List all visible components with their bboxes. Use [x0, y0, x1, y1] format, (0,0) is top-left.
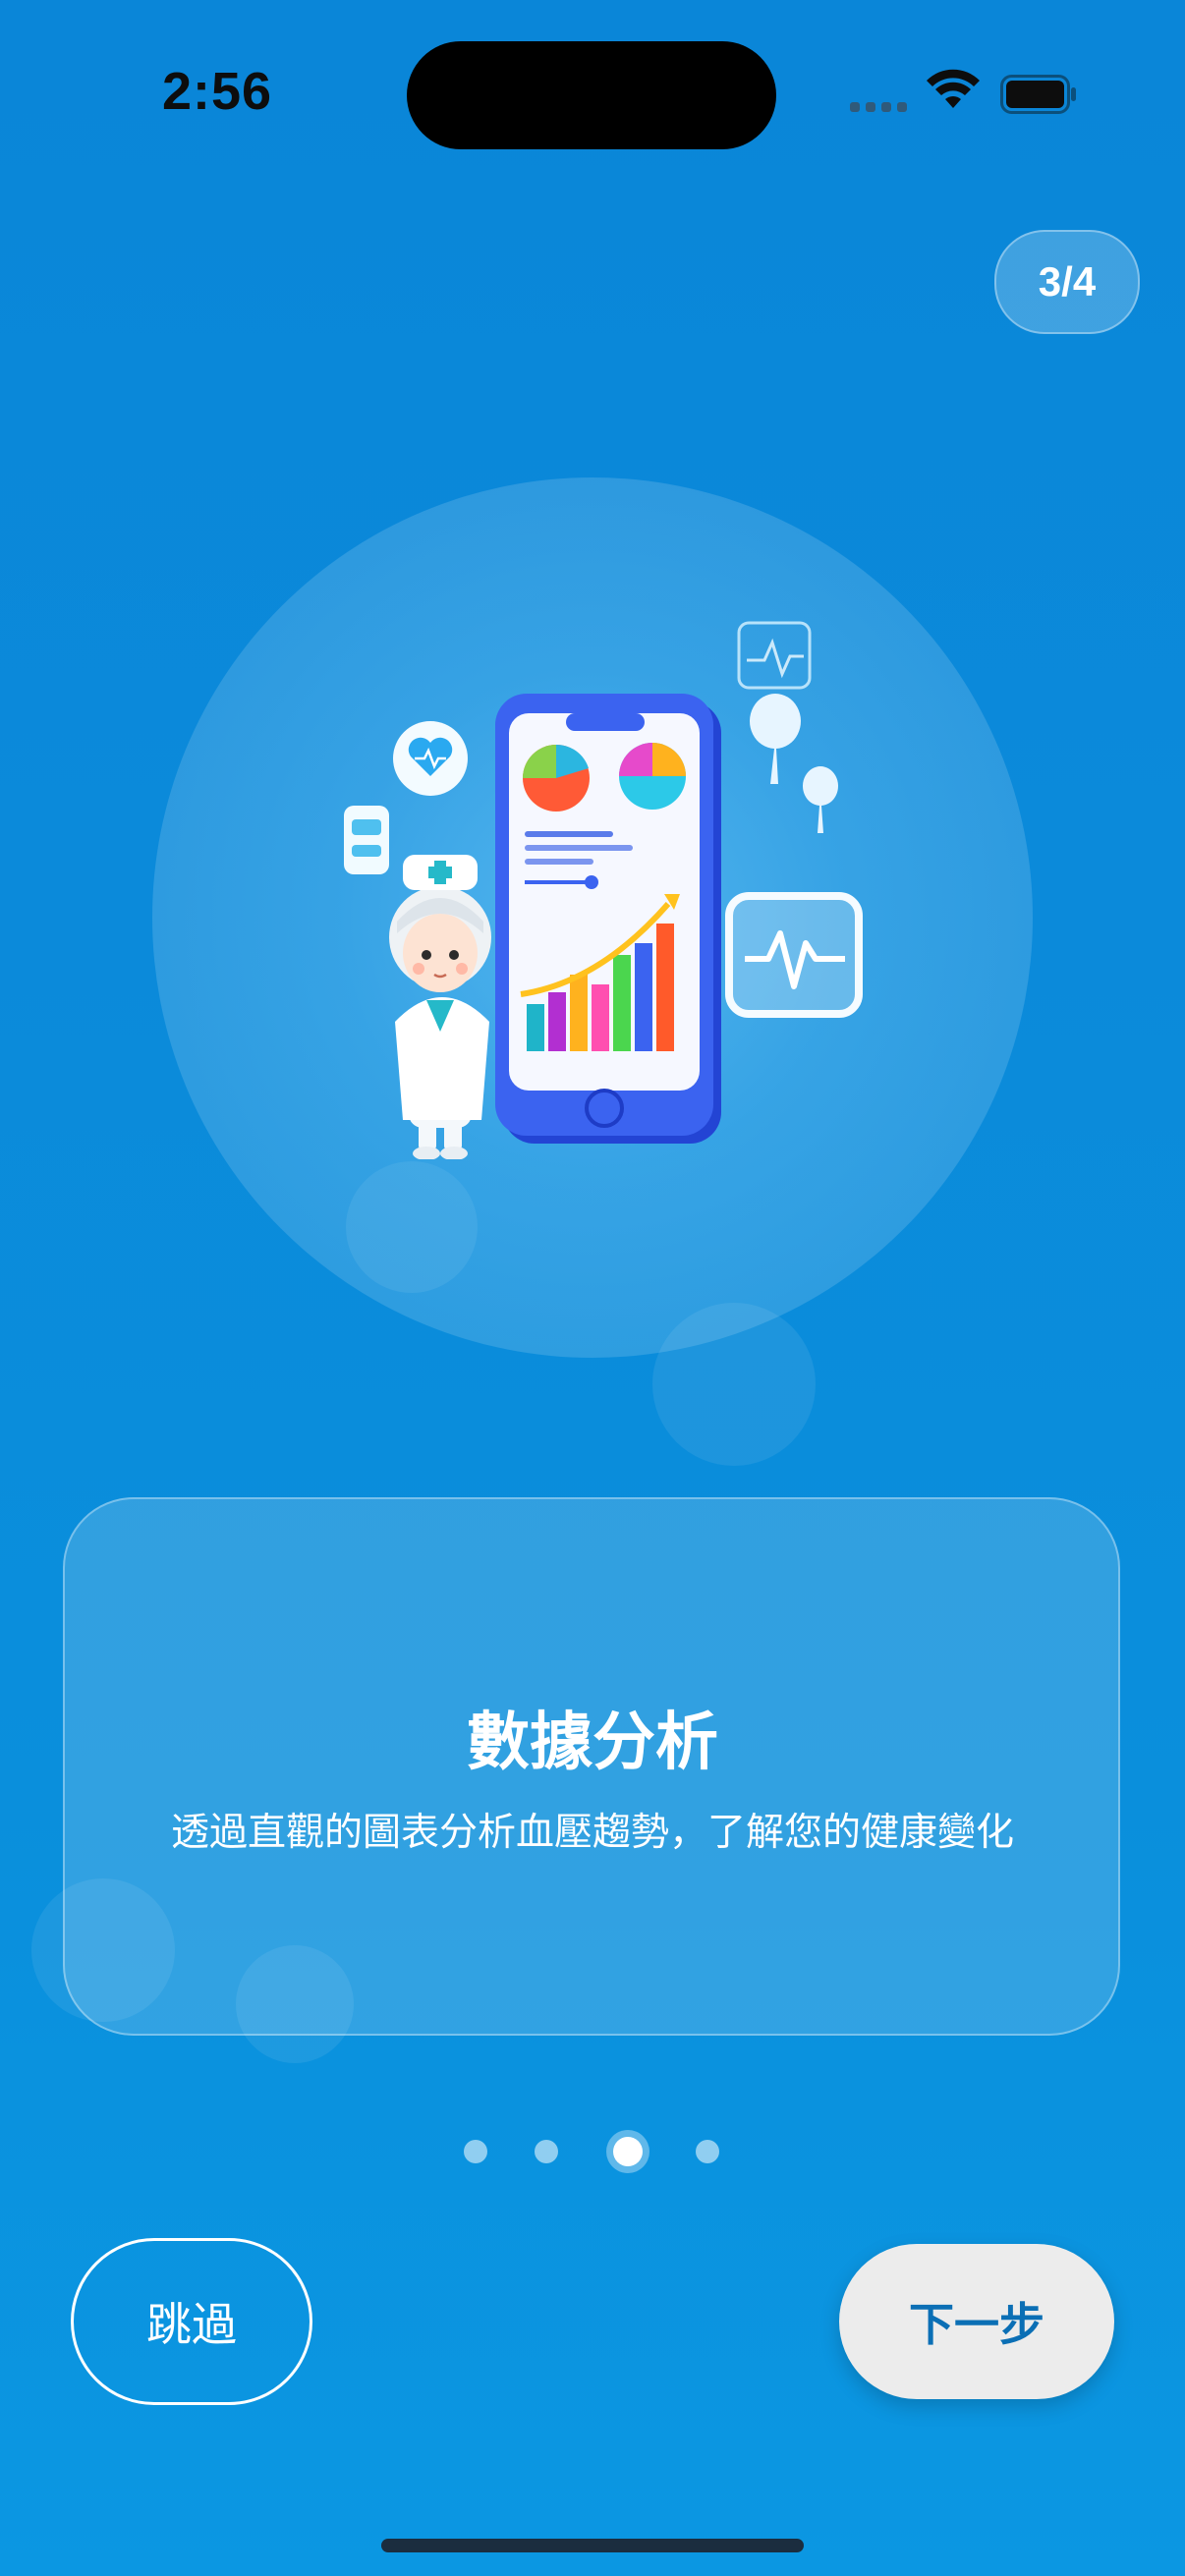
onboarding-title: 數據分析 [467, 1707, 718, 1779]
pagination-dots [0, 2122, 1185, 2181]
status-time: 2:56 [162, 62, 273, 121]
doctor-character [389, 855, 491, 1159]
onboarding-description: 透過直觀的圖表分析血壓趨勢，了解您的健康變化 [170, 1811, 1014, 1855]
cellular-signal-icon [850, 102, 907, 112]
pulse-icon [737, 621, 812, 690]
skip-button[interactable]: 跳過 [71, 2238, 312, 2405]
doctor-phone-chart-illustration [344, 621, 863, 1159]
next-button[interactable]: 下一步 [839, 2244, 1114, 2399]
pagination-dot[interactable] [535, 2140, 558, 2163]
page-indicator-badge: 3/4 [994, 230, 1140, 334]
pagination-dot-active[interactable] [613, 2137, 643, 2166]
battery-icon [1000, 75, 1076, 114]
onboarding-screen: 2:56 3/4 數據分析 透過直觀的圖表分析血壓趨勢，了解您的健康變化 跳過 … [0, 0, 1185, 2576]
home-indicator[interactable] [381, 2539, 804, 2552]
heart-monitor-icon [725, 892, 863, 1018]
pagination-dot[interactable] [464, 2140, 487, 2163]
pagination-dot[interactable] [696, 2140, 719, 2163]
heart-icon [393, 721, 468, 796]
dynamic-island [407, 41, 776, 149]
wifi-icon [927, 69, 980, 108]
phone-chart-icon [495, 694, 721, 1144]
